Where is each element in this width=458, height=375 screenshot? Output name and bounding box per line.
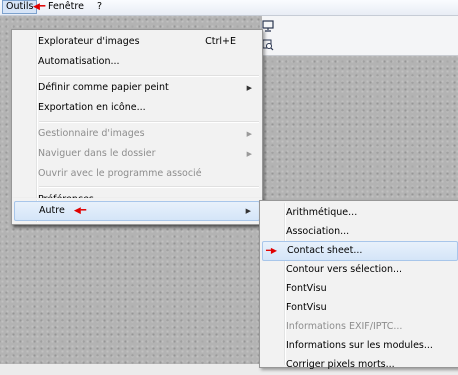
menu-item-contour[interactable]: Contour vers sélection... <box>262 260 458 280</box>
menu-item-modules-info[interactable]: Informations sur les modules... <box>262 336 458 356</box>
menu-separator <box>39 75 259 77</box>
menu-item-other[interactable]: Autre ◀━ ▶ <box>14 201 260 221</box>
autre-submenu: Arithmétique... Association... ━▶ Contac… <box>259 200 458 370</box>
submenu-arrow-icon: ▶ <box>246 150 252 158</box>
pointer-arrow-icon: ━▶ <box>266 246 277 255</box>
menu-item-image-manager: Gestionnaire d'images ▶ <box>14 124 260 144</box>
menu-item-arithmetic[interactable]: Arithmétique... <box>262 203 458 223</box>
menu-item-contact-sheet[interactable]: ━▶ Contact sheet... <box>262 241 458 261</box>
menu-item-export-icon[interactable]: Exportation en icône... <box>14 98 260 118</box>
menu-item-open-with: Ouvrir avec le programme associé <box>38 168 202 179</box>
menu-help[interactable]: ? <box>94 1 105 13</box>
monitor-icon[interactable] <box>261 20 275 32</box>
submenu-arrow-icon: ▶ <box>246 84 252 92</box>
menu-item-association[interactable]: Association... <box>262 222 458 242</box>
image-search-icon[interactable] <box>261 39 275 51</box>
toolbar <box>260 15 458 56</box>
menu-fenetre[interactable]: Fenêtre <box>45 1 87 13</box>
shortcut-label: Ctrl+E <box>205 36 236 47</box>
menu-item-automation[interactable]: Automatisation... <box>14 52 260 72</box>
submenu-arrow-icon: ▶ <box>246 130 252 138</box>
menu-item-browse-folder: Naviguer dans le dossier ▶ <box>14 144 260 164</box>
menu-item-fontvisu-2[interactable]: FontVisu <box>262 298 458 318</box>
menu-separator <box>39 121 259 123</box>
menu-separator <box>39 186 259 188</box>
outils-dropdown-menu: Explorateur d'images Ctrl+E Automatisati… <box>11 29 263 225</box>
menu-item-exif-info: Informations EXIF/IPTC... <box>286 321 403 332</box>
menu-item-wallpaper[interactable]: Définir comme papier peint ▶ <box>14 78 260 98</box>
menu-bar: Outils ◀━ Fenêtre ? <box>0 0 458 16</box>
pointer-arrow-icon: ◀━ <box>33 2 46 12</box>
pointer-arrow-icon: ◀━ <box>73 206 87 216</box>
outils-dropdown-menu-lower: Autre ◀━ ▶ <box>11 198 263 225</box>
submenu-arrow-icon: ▶ <box>245 207 251 215</box>
menu-item-fontvisu[interactable]: FontVisu <box>262 279 458 299</box>
menu-item-dead-pixels[interactable]: Corriger pixels morts... <box>262 355 458 375</box>
menu-item-explorer[interactable]: Explorateur d'images Ctrl+E <box>14 32 260 52</box>
